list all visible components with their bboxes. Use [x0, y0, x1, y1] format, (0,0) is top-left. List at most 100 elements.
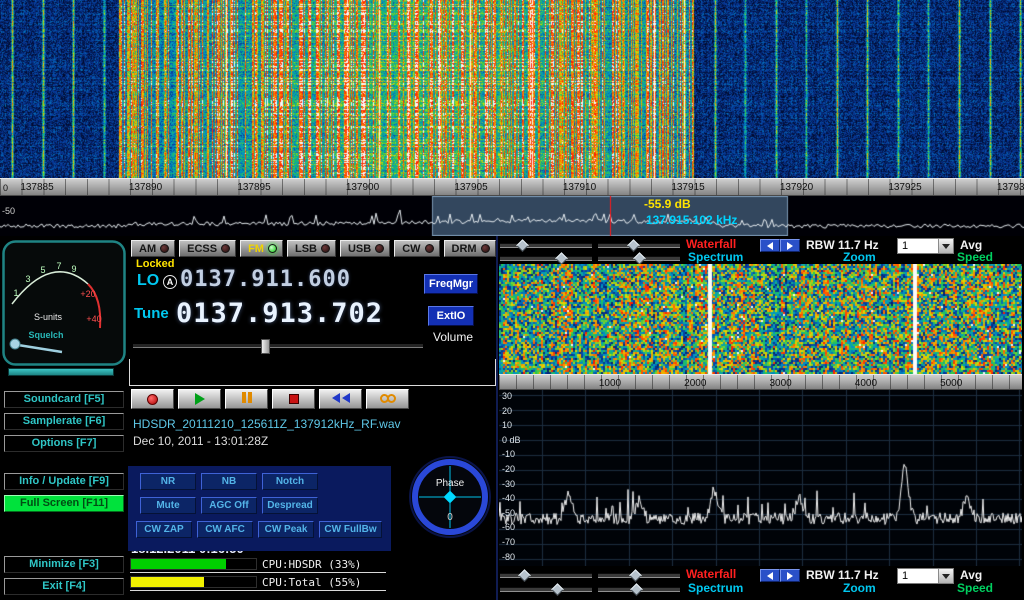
cw-peak-button[interactable]: CW Peak [258, 521, 314, 538]
locked-label: Locked [136, 258, 175, 270]
spin-left-button[interactable] [760, 569, 780, 582]
cw-fullbw-button[interactable]: CW FullBw [319, 521, 382, 538]
slider-thumb[interactable] [551, 583, 564, 596]
playback-controls [131, 389, 409, 409]
mode-button-drm[interactable]: DRM [444, 240, 496, 257]
exit-button[interactable]: Exit [F4] [4, 578, 124, 595]
options-button[interactable]: Options [F7] [4, 435, 124, 452]
ruler-frequency-label: 137885 [10, 182, 64, 193]
ruler-frequency-label: 137925 [878, 182, 932, 193]
af-waterfall-display[interactable] [499, 264, 1022, 374]
mode-button-lsb[interactable]: LSB [287, 240, 336, 257]
avg-count-select[interactable]: 1 [897, 238, 954, 254]
squelch-level-bar[interactable] [8, 368, 114, 376]
slider-thumb[interactable] [517, 239, 530, 252]
mode-button-fm[interactable]: FM [240, 240, 283, 257]
soundcard-button[interactable]: Soundcard [F5] [4, 391, 124, 408]
extio-button[interactable]: ExtIO [428, 306, 474, 326]
volume-slider[interactable] [133, 343, 423, 348]
slider-thumb[interactable] [555, 252, 568, 265]
cursor-db-readout: -55.9 dB [644, 197, 691, 211]
waterfall-brightness-slider[interactable] [500, 243, 592, 248]
play-icon [195, 393, 205, 405]
nb-button[interactable]: NB [201, 473, 257, 490]
mute-button[interactable]: Mute [140, 497, 196, 514]
smeter-needle-knob[interactable] [10, 339, 20, 349]
volume-slider-thumb[interactable] [261, 339, 270, 354]
af-frequency-ruler[interactable]: 10002000300040005000 [499, 374, 1022, 390]
slider-thumb[interactable] [631, 583, 644, 596]
arrow-left-icon [767, 572, 773, 580]
nr-button[interactable]: NR [140, 473, 196, 490]
ruler-zero-label: 0 [3, 183, 8, 193]
af-spectrum-display[interactable] [499, 390, 1022, 566]
waterfall-label[interactable]: Waterfall [686, 237, 736, 251]
cw-afc-button[interactable]: CW AFC [197, 521, 253, 538]
loop-button[interactable] [366, 389, 409, 409]
af-waterfall-shift-spinner[interactable] [760, 569, 800, 582]
notch-button[interactable]: Notch [262, 473, 318, 490]
cursor-frequency-readout: 137.915.102 kHz [646, 213, 737, 227]
af-avg-count-select[interactable]: 1 [897, 568, 954, 584]
cpu-hdsdr-bar [130, 558, 257, 570]
phase-dial[interactable]: Phase 0 [408, 455, 492, 539]
rewind-button[interactable] [319, 389, 362, 409]
fullscreen-button[interactable]: Full Screen [F11] [4, 495, 124, 512]
db-scale-label: -60 [502, 522, 515, 532]
select-dropdown-button[interactable] [938, 239, 953, 253]
cw-zap-button[interactable]: CW ZAP [136, 521, 192, 538]
record-button[interactable] [131, 389, 174, 409]
zoom-label: Zoom [843, 250, 876, 264]
mode-button-ecss[interactable]: ECSS [179, 240, 236, 257]
play-button[interactable] [178, 389, 221, 409]
despread-button[interactable]: Despread [262, 497, 318, 514]
af-waterfall-label[interactable]: Waterfall [686, 567, 736, 581]
slider-thumb[interactable] [518, 569, 531, 582]
af-rbw-label: RBW 11.7 Hz [806, 568, 879, 582]
smeter-squelch-label: Squelch [28, 330, 63, 340]
frequency-ruler[interactable]: 0 13788513789013789513790013790513791013… [0, 178, 1024, 196]
spectrum-range-slider[interactable] [500, 256, 592, 261]
main-waterfall-display[interactable] [0, 0, 1024, 178]
db-scale-label: 20 [502, 406, 512, 416]
ruler-frequency-label: 137930 [987, 182, 1024, 193]
af-ruler-frequency-label: 4000 [846, 378, 886, 389]
spin-right-button[interactable] [780, 239, 800, 252]
stop-button[interactable] [272, 389, 315, 409]
db-scale-label: 0 dB [502, 435, 521, 445]
waterfall-contrast-slider[interactable] [598, 243, 680, 248]
af-waterfall-brightness-slider[interactable] [500, 573, 592, 578]
minimize-button[interactable]: Minimize [F3] [4, 556, 124, 573]
spin-left-button[interactable] [760, 239, 780, 252]
spectrum-label[interactable]: Spectrum [688, 250, 743, 264]
slider-thumb[interactable] [633, 252, 646, 265]
select-dropdown-button[interactable] [938, 569, 953, 583]
hdsdr-window: 0 13788513789013789513790013790513791013… [0, 0, 1024, 600]
af-spectrum-range-slider[interactable] [500, 587, 592, 592]
freqmgr-button[interactable]: FreqMgr [424, 274, 478, 294]
samplerate-button[interactable]: Samplerate [F6] [4, 413, 124, 430]
smeter-tick-5: 5 [40, 265, 45, 275]
db-scale-label: -50 [502, 508, 515, 518]
af-spectrum-zoom-slider[interactable] [598, 587, 680, 592]
af-ruler-frequency-label: 2000 [675, 378, 715, 389]
af-waterfall-contrast-slider[interactable] [598, 573, 680, 578]
waterfall-shift-spinner[interactable] [760, 239, 800, 252]
phase-value: 0 [447, 512, 453, 523]
pause-button[interactable] [225, 389, 268, 409]
af-spectrum-label[interactable]: Spectrum [688, 581, 743, 595]
mode-button-cw[interactable]: CW [394, 240, 439, 257]
spin-right-button[interactable] [780, 569, 800, 582]
mode-button-am[interactable]: AM [131, 240, 175, 257]
main-spectrum-display[interactable] [0, 196, 1024, 236]
slider-thumb[interactable] [627, 239, 640, 252]
mode-button-usb[interactable]: USB [340, 240, 390, 257]
info-update-button[interactable]: Info / Update [F9] [4, 473, 124, 490]
ruler-frequency-label: 137915 [661, 182, 715, 193]
spectrum-zoom-slider[interactable] [598, 256, 680, 261]
lo-frequency-display[interactable]: 0137.911.600 [180, 267, 351, 292]
slider-thumb[interactable] [629, 569, 642, 582]
lo-lock-badge-icon[interactable]: A [163, 275, 177, 289]
tune-frequency-display[interactable]: 0137.913.702 [176, 298, 383, 329]
agc-off-button[interactable]: AGC Off [201, 497, 257, 514]
